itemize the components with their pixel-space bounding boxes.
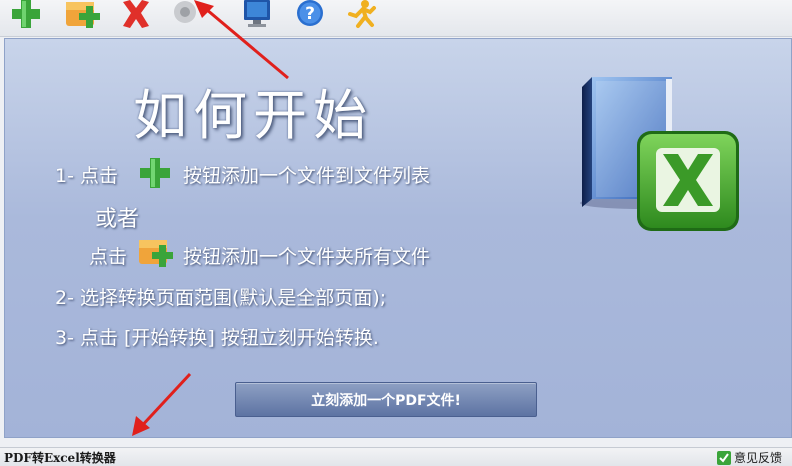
svg-text:?: ? xyxy=(305,4,315,24)
excel-book-icon xyxy=(570,69,750,243)
status-bar: PDF转Excel转换器 意见反馈 xyxy=(0,447,792,466)
step3-text: 3- 点击 [开始转换] 按钮立刻开始转换. xyxy=(55,327,379,349)
delete-icon[interactable] xyxy=(118,0,156,30)
monitor-icon[interactable] xyxy=(240,0,278,30)
settings-icon[interactable] xyxy=(168,0,206,30)
or-text: 或者 xyxy=(95,207,140,232)
add-file-icon xyxy=(138,156,172,194)
add-folder-icon xyxy=(138,237,174,273)
toolbar: ? xyxy=(0,0,792,37)
step1b-prefix: 点击 xyxy=(89,246,128,268)
feedback-label: 意见反馈 xyxy=(733,451,782,465)
add-file-icon[interactable] xyxy=(8,0,46,30)
add-folder-icon[interactable] xyxy=(64,0,102,30)
check-icon xyxy=(716,450,731,465)
feedback-link[interactable]: 意见反馈 xyxy=(716,449,782,466)
step1-prefix: 1- 点击 xyxy=(55,165,118,187)
app-name: PDF转Excel转换器 xyxy=(4,451,116,465)
page-title: 如何开始 xyxy=(133,84,373,147)
help-icon[interactable]: ? xyxy=(292,0,330,30)
getting-started-panel: 如何开始 1- 点击 按钮添加一个文件到文件列表 或者 点击 按钮添加一个文件夹… xyxy=(4,38,792,438)
add-pdf-button[interactable]: 立刻添加一个PDF文件! xyxy=(235,382,537,417)
run-icon[interactable] xyxy=(344,0,382,30)
step1b-suffix: 按钮添加一个文件夹所有文件 xyxy=(183,246,431,268)
step1-suffix: 按钮添加一个文件到文件列表 xyxy=(183,165,431,187)
step2-text: 2- 选择转换页面范围(默认是全部页面); xyxy=(55,287,387,309)
